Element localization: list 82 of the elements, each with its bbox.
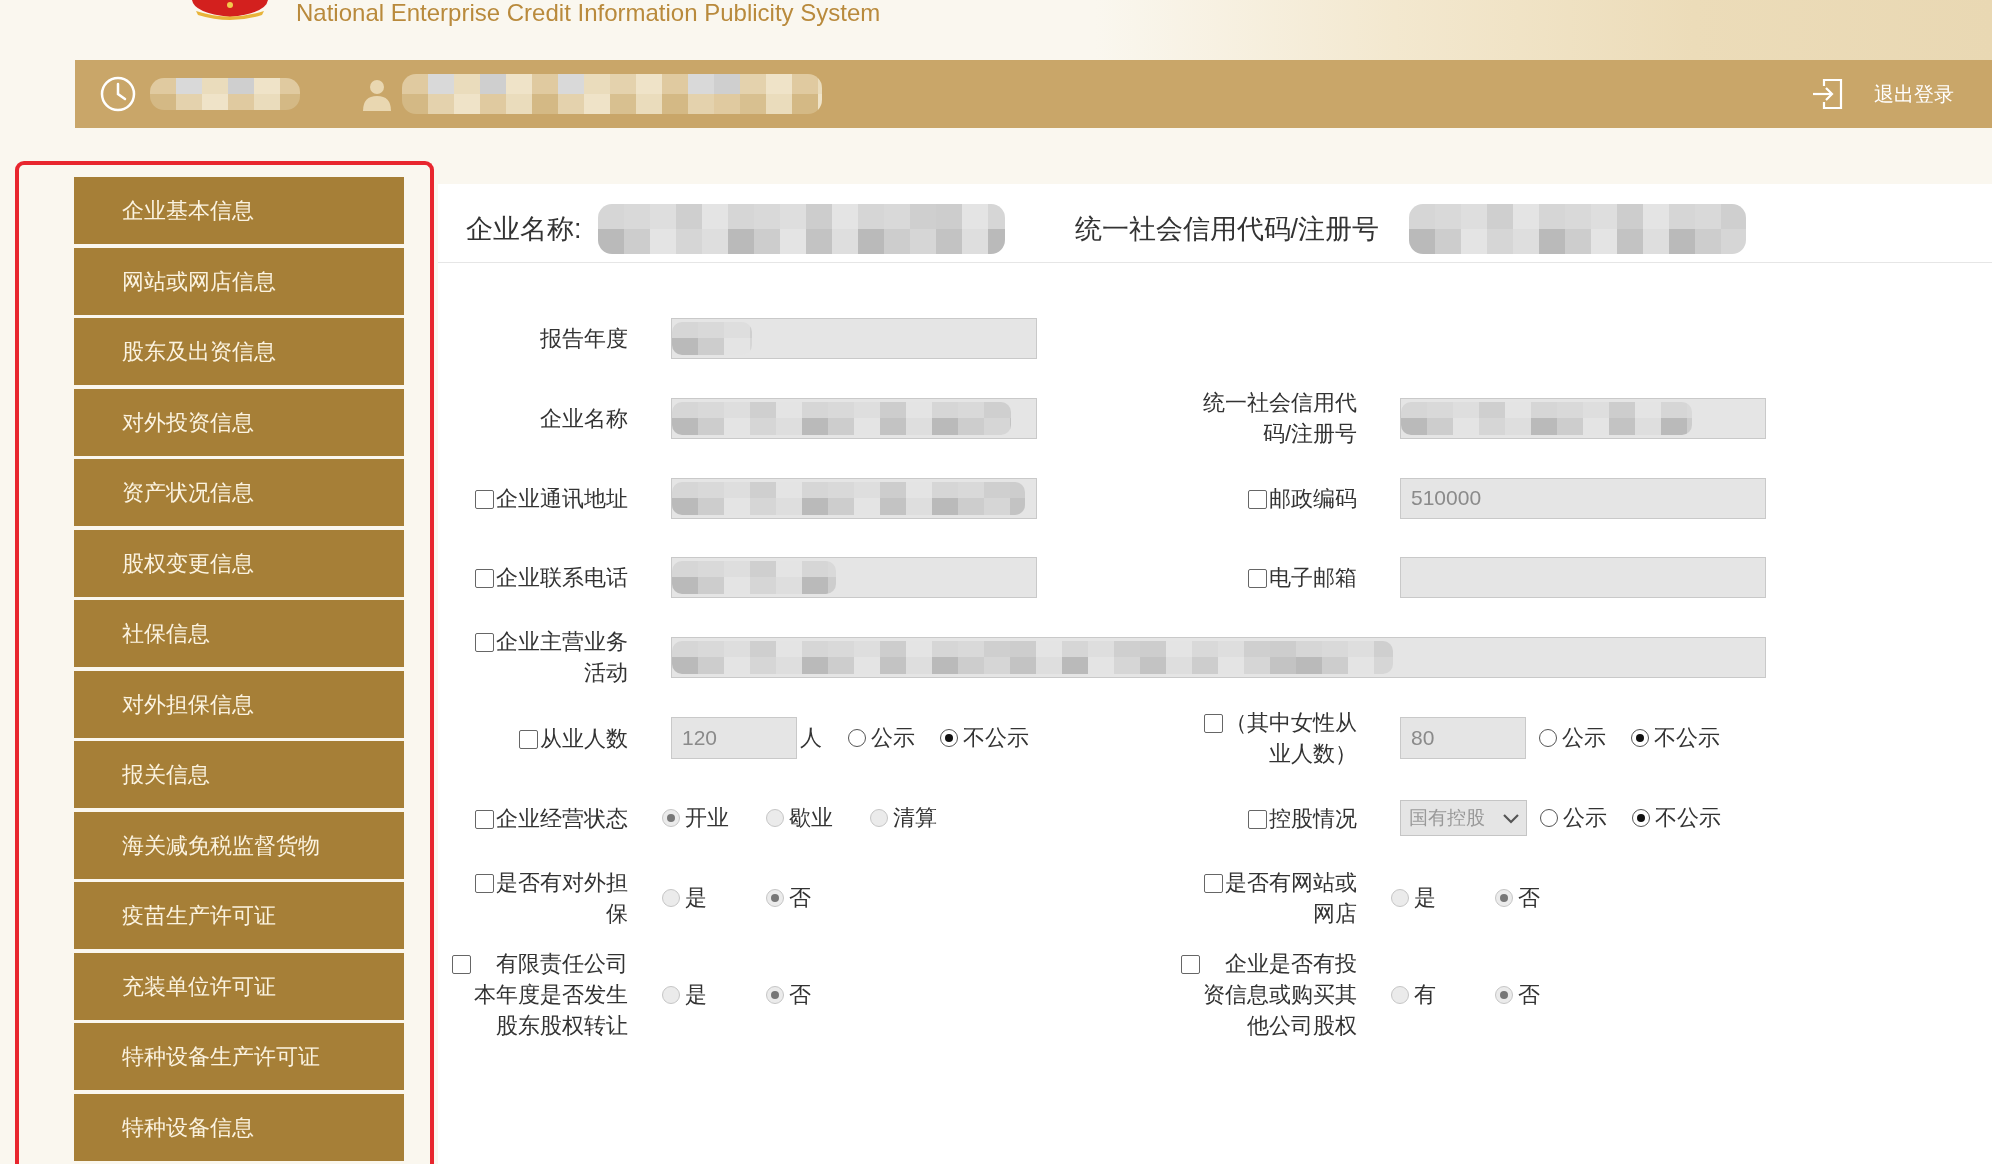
- checkbox[interactable]: [1248, 489, 1267, 509]
- logout-button[interactable]: 退出登录: [1810, 77, 1954, 111]
- field-label: 邮政编码: [1269, 485, 1357, 511]
- option-label: 歇业: [789, 804, 833, 832]
- option-label: 是: [685, 884, 707, 912]
- sidebar-item[interactable]: 资产状况信息: [74, 459, 404, 526]
- input-field[interactable]: 120: [671, 717, 797, 759]
- option-label: 不公示: [963, 724, 1029, 752]
- field-label: 控股情况: [1269, 805, 1357, 831]
- input-field[interactable]: [671, 397, 1037, 439]
- checkbox[interactable]: [1248, 809, 1267, 829]
- option-label: 否: [1518, 884, 1540, 912]
- caret-icon: [1502, 812, 1520, 824]
- option-label: 公示: [1563, 804, 1607, 832]
- sidebar-item[interactable]: 社保信息: [74, 600, 404, 667]
- checkbox[interactable]: [1248, 568, 1267, 588]
- sidebar-item[interactable]: 股权变更信息: [74, 529, 404, 597]
- field-label: 报告年度: [540, 325, 628, 351]
- radio-button[interactable]: [940, 729, 958, 747]
- checkbox[interactable]: [475, 568, 494, 588]
- field-label: 是否有对外担保: [496, 870, 628, 926]
- radio-button[interactable]: [1539, 729, 1557, 747]
- option-label: 否: [1518, 980, 1540, 1009]
- sidebar-item[interactable]: 企业基本信息: [74, 177, 404, 244]
- checkbox[interactable]: [519, 729, 538, 749]
- option-label: 公示: [871, 724, 915, 752]
- input-field[interactable]: [1400, 397, 1766, 439]
- input-field[interactable]: 80: [1400, 717, 1526, 759]
- sidebar-item[interactable]: 对外投资信息: [74, 388, 404, 456]
- option-label: 有: [1414, 980, 1436, 1009]
- emblem-icon: [190, 0, 270, 20]
- radio-button[interactable]: [1631, 729, 1649, 747]
- option-label: 开业: [685, 804, 729, 832]
- option-label: 清算: [893, 804, 937, 832]
- summary-label: 企业名称:: [466, 213, 582, 246]
- input-field[interactable]: 510000: [1400, 477, 1766, 519]
- sidebar-item[interactable]: 海关减免税监督货物: [74, 811, 404, 879]
- checkbox[interactable]: [475, 489, 494, 509]
- field-label: 企业主营业务活动: [496, 629, 628, 685]
- field-label: 企业经营状态: [496, 805, 628, 831]
- input-field[interactable]: [671, 317, 1037, 359]
- checkbox[interactable]: [475, 633, 494, 652]
- field-label: 企业名称: [540, 405, 628, 431]
- user-icon: [360, 77, 394, 111]
- option-label: 否: [789, 884, 811, 912]
- option-label: 不公示: [1654, 724, 1720, 752]
- sidebar-item[interactable]: 特种设备生产许可证: [74, 1023, 404, 1090]
- sidebar-item[interactable]: 疫苗生产许可证: [74, 882, 404, 949]
- summary-label: 统一社会信用代码/注册号: [1074, 213, 1380, 246]
- checkbox[interactable]: [1204, 714, 1223, 733]
- radio-button[interactable]: [1540, 809, 1558, 827]
- sidebar-item[interactable]: 充装单位许可证: [74, 952, 404, 1020]
- field-label: 企业是否有投资信息或购买其他公司股权: [1203, 951, 1357, 1038]
- option-label: 公示: [1562, 724, 1606, 752]
- logout-icon: [1810, 77, 1844, 111]
- sidebar-item[interactable]: 报关信息: [74, 741, 404, 808]
- option-label: 是: [685, 980, 707, 1009]
- sidebar-item[interactable]: 特种设备信息: [74, 1093, 404, 1161]
- input-field[interactable]: [1400, 556, 1766, 598]
- option-label: 否: [789, 980, 811, 1009]
- field-label: 是否有网站或网店: [1225, 870, 1357, 926]
- radio-button[interactable]: [1632, 809, 1650, 827]
- option-label: 是: [1414, 884, 1436, 912]
- input-field[interactable]: [671, 556, 1037, 598]
- dropdown[interactable]: 国有控股: [1400, 800, 1527, 836]
- field-label: 从业人数: [540, 725, 628, 751]
- sidebar-item[interactable]: 网站或网店信息: [74, 247, 404, 315]
- field-label: （其中女性从业人数）: [1225, 710, 1357, 766]
- field-label: 企业通讯地址: [496, 485, 628, 511]
- input-field[interactable]: [671, 477, 1037, 519]
- site-subtitle: National Enterprise Credit Information Publicity System: [296, 0, 881, 26]
- sidebar-item[interactable]: 股东及出资信息: [74, 318, 404, 385]
- field-label: 电子邮箱: [1269, 564, 1357, 590]
- clock-icon: [99, 75, 137, 113]
- sidebar-item[interactable]: 对外担保信息: [74, 670, 404, 738]
- unit-label: 人: [800, 724, 822, 752]
- option-label: 不公示: [1655, 804, 1721, 832]
- field-label: 企业联系电话: [496, 564, 628, 590]
- radio-button[interactable]: [848, 729, 866, 747]
- field-label: 统一社会信用代码/注册号: [1203, 390, 1357, 446]
- input-field[interactable]: [671, 636, 1766, 678]
- field-label: 有限责任公司本年度是否发生股东股权转让: [474, 951, 628, 1038]
